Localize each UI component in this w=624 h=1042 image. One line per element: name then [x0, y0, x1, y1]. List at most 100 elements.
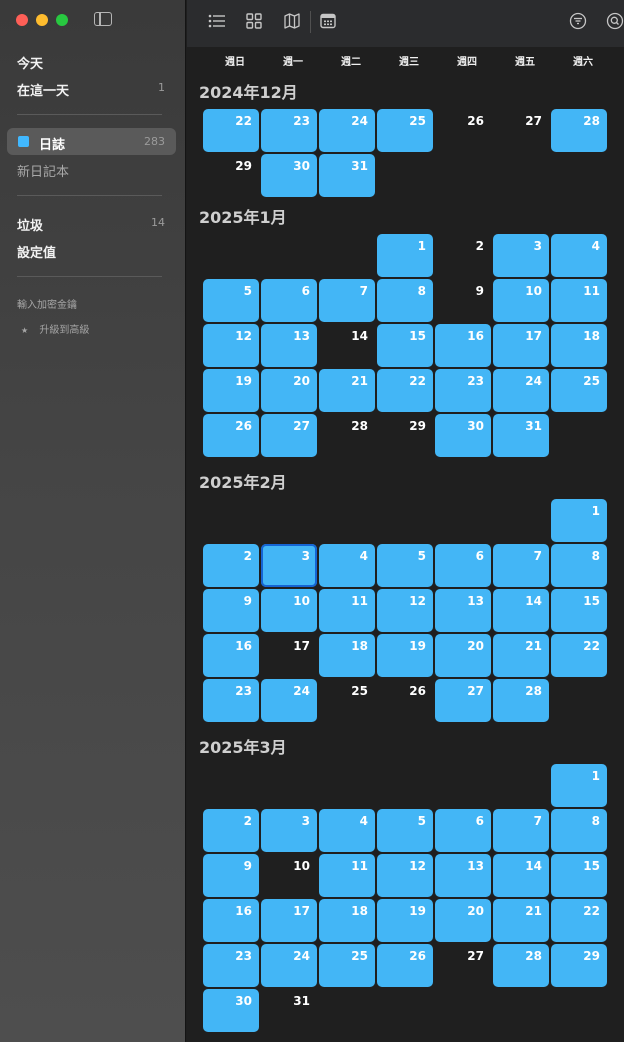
calendar-day-with-entry[interactable]: 25	[551, 369, 607, 412]
calendar-day-with-entry[interactable]: 27	[435, 679, 491, 722]
calendar-day[interactable]: 31	[261, 989, 317, 1032]
calendar-day-with-entry[interactable]: 5	[203, 279, 259, 322]
calendar-day-with-entry[interactable]: 18	[551, 324, 607, 367]
calendar-day-with-entry[interactable]: 12	[377, 589, 433, 632]
calendar-day-with-entry[interactable]: 23	[203, 679, 259, 722]
calendar-day-with-entry[interactable]: 2	[203, 544, 259, 587]
calendar-day-with-entry[interactable]: 2	[203, 809, 259, 852]
calendar-day-with-entry[interactable]: 22	[203, 109, 259, 152]
calendar-day-with-entry[interactable]: 23	[203, 944, 259, 987]
calendar-day[interactable]: 27	[493, 109, 549, 152]
calendar-day-with-entry[interactable]: 4	[551, 234, 607, 277]
calendar-day-with-entry[interactable]: 16	[203, 899, 259, 942]
calendar-day-with-entry[interactable]: 10	[261, 589, 317, 632]
calendar-day-with-entry[interactable]: 24	[319, 109, 375, 152]
calendar-day-with-entry[interactable]: 6	[261, 279, 317, 322]
filter-icon[interactable]	[569, 12, 587, 33]
calendar-day-with-entry[interactable]: 3	[493, 234, 549, 277]
calendar-day[interactable]: 29	[377, 414, 433, 457]
calendar-day-with-entry[interactable]: 11	[551, 279, 607, 322]
calendar-day-with-entry[interactable]: 11	[319, 854, 375, 897]
sidebar-item-today[interactable]: 今天	[17, 53, 165, 72]
sidebar-item-new-notebook[interactable]: 新日記本	[17, 161, 165, 180]
calendar-day-with-entry[interactable]: 26	[203, 414, 259, 457]
calendar-day-with-entry[interactable]: 19	[203, 369, 259, 412]
calendar-day-with-entry[interactable]: 21	[493, 634, 549, 677]
calendar-day-with-entry[interactable]: 27	[261, 414, 317, 457]
calendar-day-with-entry[interactable]: 5	[377, 544, 433, 587]
calendar-day[interactable]: 10	[261, 854, 317, 897]
calendar-day-with-entry[interactable]: 24	[261, 679, 317, 722]
calendar-day-with-entry[interactable]: 8	[551, 809, 607, 852]
calendar-day[interactable]: 14	[319, 324, 375, 367]
calendar-day-with-entry[interactable]: 23	[435, 369, 491, 412]
calendar-day-with-entry[interactable]: 30	[261, 154, 317, 197]
grid-icon[interactable]	[246, 13, 262, 32]
calendar-day-with-entry[interactable]: 25	[377, 109, 433, 152]
calendar-day[interactable]: 25	[319, 679, 375, 722]
calendar-day-with-entry[interactable]: 14	[493, 854, 549, 897]
calendar-day[interactable]: 26	[435, 109, 491, 152]
calendar-day-with-entry[interactable]: 31	[319, 154, 375, 197]
calendar-day-with-entry[interactable]: 4	[319, 809, 375, 852]
calendar-day-with-entry[interactable]: 8	[377, 279, 433, 322]
calendar-day[interactable]: 29	[203, 154, 259, 197]
calendar-day-with-entry[interactable]: 20	[435, 634, 491, 677]
zoom-window-button[interactable]	[56, 14, 68, 26]
enter-encryption-key-link[interactable]: 輸入加密金鑰	[17, 296, 77, 311]
calendar-day-with-entry[interactable]: 15	[551, 854, 607, 897]
calendar-day-with-entry[interactable]: 7	[493, 809, 549, 852]
calendar-day-with-entry[interactable]: 15	[551, 589, 607, 632]
calendar-day-with-entry[interactable]: 10	[493, 279, 549, 322]
calendar-day-with-entry[interactable]: 13	[435, 589, 491, 632]
calendar-day-with-entry[interactable]: 6	[435, 809, 491, 852]
calendar-day-with-entry[interactable]: 9	[203, 854, 259, 897]
calendar-day-with-entry[interactable]: 6	[435, 544, 491, 587]
calendar-day-with-entry[interactable]: 28	[551, 109, 607, 152]
sidebar-item-trash[interactable]: 垃圾 14	[17, 215, 165, 234]
calendar-day-with-entry[interactable]: 22	[551, 899, 607, 942]
calendar-day-with-entry[interactable]: 22	[551, 634, 607, 677]
calendar-day-with-entry[interactable]: 3	[261, 544, 317, 587]
calendar-day-with-entry[interactable]: 24	[493, 369, 549, 412]
calendar-day[interactable]: 27	[435, 944, 491, 987]
calendar-day-with-entry[interactable]: 24	[261, 944, 317, 987]
calendar-day-with-entry[interactable]: 1	[551, 499, 607, 542]
calendar-day-with-entry[interactable]: 1	[551, 764, 607, 807]
calendar-day-with-entry[interactable]: 22	[377, 369, 433, 412]
calendar-day-with-entry[interactable]: 31	[493, 414, 549, 457]
calendar-day-with-entry[interactable]: 8	[551, 544, 607, 587]
sidebar-item-on-this-day[interactable]: 在這一天 1	[17, 80, 165, 99]
calendar-day-with-entry[interactable]: 18	[319, 899, 375, 942]
map-icon[interactable]	[283, 12, 301, 33]
calendar-day-with-entry[interactable]: 13	[261, 324, 317, 367]
calendar-day-with-entry[interactable]: 17	[493, 324, 549, 367]
calendar-day-with-entry[interactable]: 25	[319, 944, 375, 987]
calendar-day-with-entry[interactable]: 11	[319, 589, 375, 632]
calendar-day-with-entry[interactable]: 28	[493, 944, 549, 987]
calendar-day-with-entry[interactable]: 19	[377, 899, 433, 942]
calendar-day-with-entry[interactable]: 9	[203, 589, 259, 632]
calendar-day-with-entry[interactable]: 5	[377, 809, 433, 852]
calendar-day-with-entry[interactable]: 1	[377, 234, 433, 277]
sidebar-item-settings[interactable]: 設定值	[17, 242, 165, 261]
upgrade-link[interactable]: ★ 升級到高級	[21, 321, 89, 336]
calendar-day-with-entry[interactable]: 28	[493, 679, 549, 722]
calendar-day-with-entry[interactable]: 14	[493, 589, 549, 632]
calendar-day-with-entry[interactable]: 21	[493, 899, 549, 942]
calendar-day-with-entry[interactable]: 29	[551, 944, 607, 987]
close-window-button[interactable]	[16, 14, 28, 26]
search-icon[interactable]	[606, 12, 624, 33]
calendar-day-with-entry[interactable]: 30	[435, 414, 491, 457]
calendar-day-with-entry[interactable]: 17	[261, 899, 317, 942]
calendar-day[interactable]: 28	[319, 414, 375, 457]
calendar-day-with-entry[interactable]: 7	[493, 544, 549, 587]
minimize-window-button[interactable]	[36, 14, 48, 26]
calendar-icon[interactable]	[320, 13, 336, 32]
calendar-day-with-entry[interactable]: 18	[319, 634, 375, 677]
calendar-day-with-entry[interactable]: 20	[261, 369, 317, 412]
sidebar-item-journal[interactable]: 日誌 283	[7, 128, 176, 155]
calendar-day-with-entry[interactable]: 3	[261, 809, 317, 852]
calendar-day-with-entry[interactable]: 7	[319, 279, 375, 322]
calendar-day-with-entry[interactable]: 21	[319, 369, 375, 412]
